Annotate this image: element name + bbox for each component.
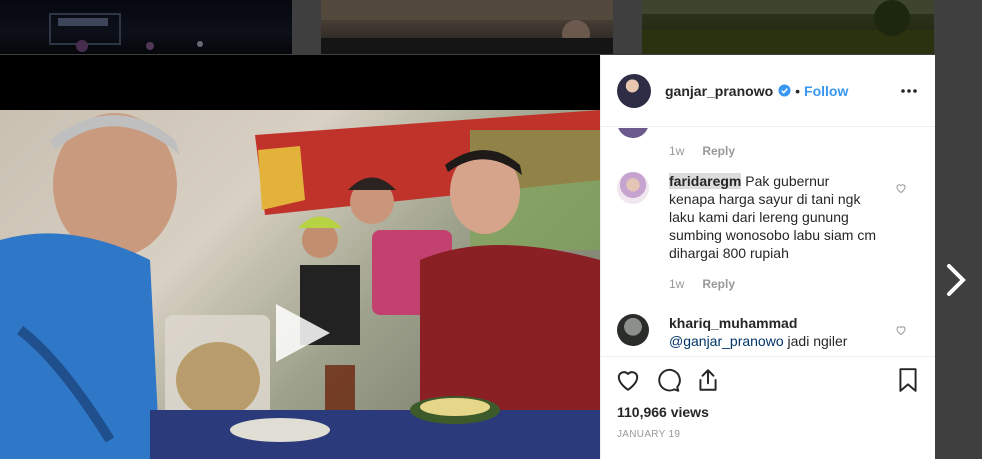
video-frame [0,110,600,459]
comment-avatar[interactable] [617,128,649,138]
comment-avatar[interactable] [617,314,649,346]
list-item: 1w Reply [617,128,917,160]
post-modal: ganjar_pranowo • Follow 1w Reply faridar… [0,55,935,459]
heart-icon[interactable] [895,324,907,336]
heart-icon[interactable] [615,367,641,393]
post-sidebar: ganjar_pranowo • Follow 1w Reply faridar… [600,55,935,459]
comment-time: 1w [669,144,685,158]
comments-list: 1w Reply faridaregm Pak gubernur kenapa … [601,128,935,356]
verified-badge-icon [778,84,791,97]
share-icon[interactable] [695,367,721,393]
comment-avatar[interactable] [617,172,649,204]
view-count[interactable]: 110,966 views [617,404,709,420]
post-date[interactable]: JANUARY 19 [617,429,680,440]
action-icons [615,367,921,395]
follow-button[interactable]: Follow [804,83,848,99]
list-item: faridaregm Pak gubernur kenapa harga say… [617,172,917,293]
chevron-right-icon[interactable] [944,262,968,298]
post-header: ganjar_pranowo • Follow [601,55,935,127]
comment-username[interactable]: faridaregm [669,173,742,189]
post-media [0,55,600,459]
comment-icon[interactable] [655,367,681,393]
reply-button[interactable]: Reply [702,275,735,293]
comment-username[interactable]: khariq_muhammad [669,314,877,332]
post-username[interactable]: ganjar_pranowo [665,83,773,99]
comment-meta: 1w Reply [669,275,877,293]
avatar[interactable] [617,73,651,108]
list-item: khariq_muhammad @ganjar_pranowo jadi ngi… [617,314,917,350]
comment-time: 1w [669,277,685,291]
more-options-icon[interactable] [899,81,919,101]
mention-link[interactable]: @ganjar_pranowo [669,333,784,349]
comment-text: jadi ngiler [787,333,848,349]
post-actions: 110,966 views JANUARY 19 [601,356,935,459]
play-icon[interactable] [268,300,334,366]
separator: • [795,82,801,99]
heart-icon[interactable] [895,182,907,194]
video-player[interactable] [0,110,600,459]
bookmark-icon[interactable] [895,367,921,393]
reply-button[interactable]: Reply [702,142,735,160]
comment-meta: 1w Reply [669,142,877,160]
